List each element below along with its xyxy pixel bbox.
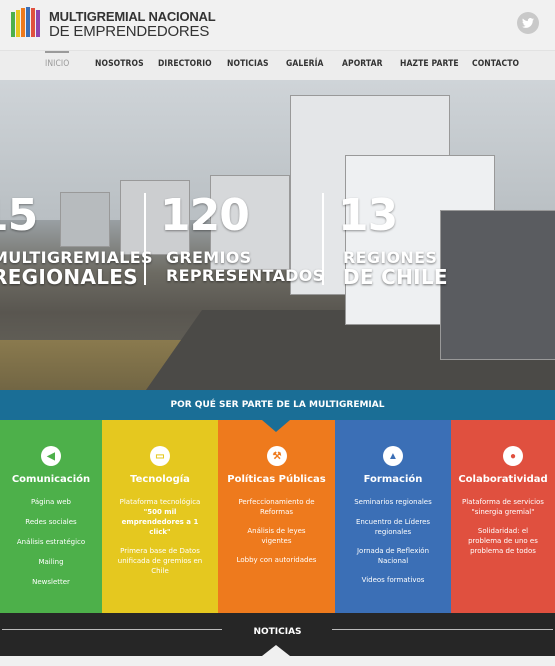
list-item: Nacional xyxy=(377,557,409,565)
column-title: Políticas Públicas xyxy=(227,474,326,485)
stat-label-2b: REPRESENTADOS xyxy=(166,266,325,285)
list-item: Solidaridad: el xyxy=(477,527,529,535)
list-item: unificada de gremios en xyxy=(117,557,203,565)
list-item: Newsletter xyxy=(32,578,70,586)
main-nav: INICIO NOSOTROS DIRECTORIO NOTICIAS GALE… xyxy=(0,50,555,80)
list-item: Seminarios regionales xyxy=(354,498,432,506)
list-item: Página web xyxy=(30,498,71,506)
column-politicas-publicas: ⚒ Políticas Públicas Perfeccionamiento d… xyxy=(218,420,335,613)
stat-label-2a: GREMIOS xyxy=(166,248,252,267)
stat-label-1b: REGIONALES xyxy=(0,265,138,289)
stat-number-2: 120 xyxy=(160,190,250,241)
graduation-cap-icon: ▲ xyxy=(383,446,403,466)
stat-divider xyxy=(144,193,146,285)
list-item: Plataforma de servicios xyxy=(462,498,544,506)
why-band: POR QUÉ SER PARTE DE LA MULTIGREMIAL xyxy=(0,390,555,420)
column-title: Colaboratividad xyxy=(458,474,548,485)
list-item: Jornada de Reflexión xyxy=(356,547,430,555)
nav-item-noticias[interactable]: NOTICIAS xyxy=(227,59,269,69)
stat-label-3a: REGIONES xyxy=(343,248,438,267)
list-item: "500 mil xyxy=(143,508,177,516)
list-item: Análisis estratégico xyxy=(16,538,86,546)
list-item: vigentes xyxy=(261,537,292,545)
column-title: Formación xyxy=(363,474,423,485)
nav-active-indicator xyxy=(45,51,69,53)
list-item: emprendedores a 1 xyxy=(121,518,199,526)
stat-divider xyxy=(322,193,324,285)
hero-banner: 15 MULTIGREMIALES REGIONALES 120 GREMIOS… xyxy=(0,80,555,390)
column-formacion: ▲ Formación Seminarios regionales Encuen… xyxy=(335,420,451,613)
people-icon: ● xyxy=(503,446,523,466)
stat-number-1: 15 xyxy=(0,190,38,241)
list-item: Análisis de leyes xyxy=(247,527,306,535)
stat-label-3b: DE CHILE xyxy=(343,265,448,289)
news-arrow xyxy=(262,645,290,656)
stat-number-3: 13 xyxy=(338,190,398,241)
megaphone-icon: ◀ xyxy=(41,446,61,466)
list-item: Reformas xyxy=(259,508,294,516)
column-title: Tecnología xyxy=(130,474,190,485)
list-item: problema de uno es xyxy=(468,537,538,545)
logo-title[interactable]: MULTIGREMIAL NACIONAL xyxy=(49,9,216,24)
list-item: Lobby con autoridades xyxy=(236,556,317,564)
nav-item-aportar[interactable]: APORTAR xyxy=(342,59,383,69)
list-item: Chile xyxy=(151,567,169,575)
list-item: Perfeccionamiento de xyxy=(238,498,315,506)
laptop-icon: ▭ xyxy=(150,446,170,466)
truck-image-4 xyxy=(60,192,110,247)
nav-item-directorio[interactable]: DIRECTORIO xyxy=(158,59,212,69)
list-item: Videos formativos xyxy=(361,576,425,584)
list-item: Primera base de Datos xyxy=(120,547,200,555)
nav-item-inicio[interactable]: INICIO xyxy=(45,59,69,69)
list-item: "sinergia gremial" xyxy=(471,508,535,516)
why-arrow xyxy=(262,420,290,432)
twitter-icon[interactable] xyxy=(517,12,539,34)
list-item: Plataforma tecnológica xyxy=(119,498,201,506)
stat-label-1a: MULTIGREMIALES xyxy=(0,248,153,267)
benefits-columns: ◀ Comunicación Página web Redes sociales… xyxy=(0,420,555,613)
why-title: POR QUÉ SER PARTE DE LA MULTIGREMIAL xyxy=(170,400,385,410)
list-item: regionales xyxy=(374,528,412,536)
news-divider-right xyxy=(332,629,553,630)
news-content-area xyxy=(0,656,555,666)
nav-item-galeria[interactable]: GALERÍA xyxy=(286,59,324,69)
logo-stripes-icon[interactable] xyxy=(11,7,45,37)
nav-item-contacto[interactable]: CONTACTO xyxy=(472,59,519,69)
list-item: Redes sociales xyxy=(25,518,77,526)
list-item: Mailing xyxy=(38,558,64,566)
logo-subtitle[interactable]: DE EMPRENDEDORES xyxy=(49,23,209,40)
list-item: problema de todos xyxy=(470,547,536,555)
column-comunicacion: ◀ Comunicación Página web Redes sociales… xyxy=(0,420,102,613)
column-colaboratividad: ● Colaboratividad Plataforma de servicio… xyxy=(451,420,555,613)
list-item: Encuentro de Líderes xyxy=(355,518,431,526)
site-header: MULTIGREMIAL NACIONAL DE EMPRENDEDORES xyxy=(0,0,555,50)
gavel-icon: ⚒ xyxy=(267,446,287,466)
nav-item-nosotros[interactable]: NOSOTROS xyxy=(95,59,144,69)
pickup-image xyxy=(440,210,555,360)
column-title: Comunicación xyxy=(11,474,91,485)
list-item: click" xyxy=(149,528,171,536)
nav-item-hazte-parte[interactable]: HAZTE PARTE xyxy=(400,59,459,69)
column-tecnologia: ▭ Tecnología Plataforma tecnológica "500… xyxy=(102,420,218,613)
